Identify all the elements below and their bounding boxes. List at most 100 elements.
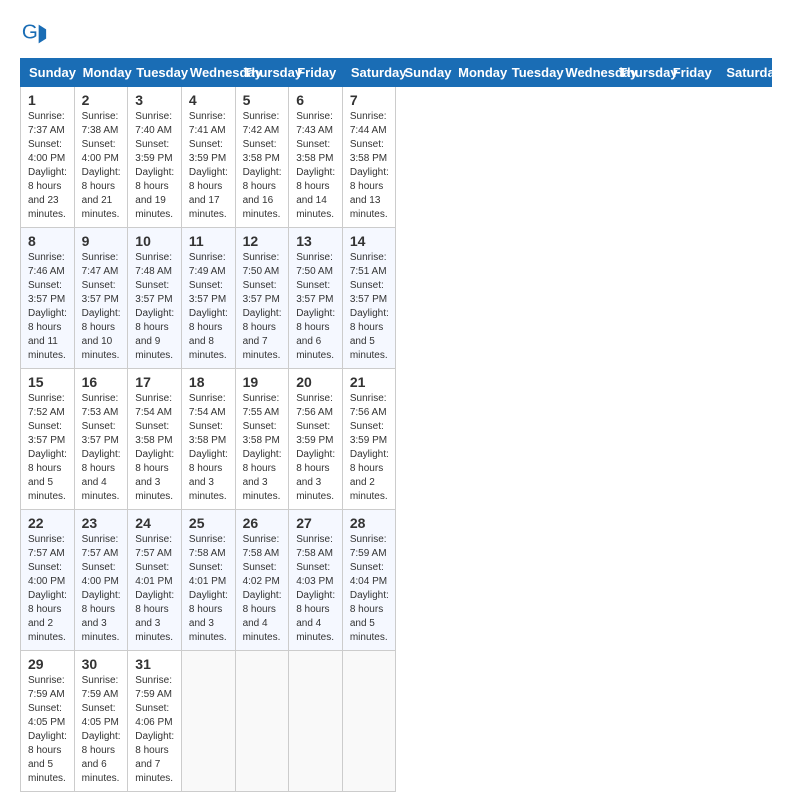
day-number: 18	[189, 374, 228, 390]
day-number: 22	[28, 515, 67, 531]
calendar-cell	[342, 651, 396, 792]
day-header-wednesday: Wednesday	[557, 59, 611, 87]
cell-sun-info: Sunrise: 7:58 AMSunset: 4:01 PMDaylight:…	[189, 533, 228, 645]
calendar-cell: 28 Sunrise: 7:59 AMSunset: 4:04 PMDayligh…	[342, 510, 396, 651]
cell-sun-info: Sunrise: 7:57 AMSunset: 4:00 PMDaylight:…	[82, 533, 121, 645]
day-header-friday: Friday	[289, 59, 343, 87]
cell-sun-info: Sunrise: 7:53 AMSunset: 3:57 PMDaylight:…	[82, 392, 121, 504]
day-number: 14	[350, 233, 389, 249]
day-header-thursday: Thursday	[235, 59, 289, 87]
calendar-cell: 3Sunrise: 7:40 AMSunset: 3:59 PMDaylight…	[128, 87, 182, 228]
calendar-week-row: 1 Sunrise: 7:37 AMSunset: 4:00 PMDaylight…	[21, 87, 772, 228]
calendar-cell: 13 Sunrise: 7:50 AMSunset: 3:57 PMDayligh…	[289, 228, 343, 369]
calendar-cell: 27 Sunrise: 7:58 AMSunset: 4:03 PMDayligh…	[289, 510, 343, 651]
calendar-cell: 16Sunrise: 7:53 AMSunset: 3:57 PMDayligh…	[74, 369, 128, 510]
calendar-cell: 5 Sunrise: 7:42 AMSunset: 3:58 PMDaylight…	[235, 87, 289, 228]
calendar-cell: 21 Sunrise: 7:56 AMSunset: 3:59 PMDayligh…	[342, 369, 396, 510]
calendar-cell: 17 Sunrise: 7:54 AMSunset: 3:58 PMDayligh…	[128, 369, 182, 510]
calendar-cell: 31 Sunrise: 7:59 AMSunset: 4:06 PMDayligh…	[128, 651, 182, 792]
calendar-table: SundayMondayTuesdayWednesdayThursdayFrid…	[20, 58, 772, 792]
calendar-cell: 14Sunrise: 7:51 AMSunset: 3:57 PMDayligh…	[342, 228, 396, 369]
calendar-cell: 10Sunrise: 7:48 AMSunset: 3:57 PMDayligh…	[128, 228, 182, 369]
calendar-cell: 18 Sunrise: 7:54 AMSunset: 3:58 PMDayligh…	[181, 369, 235, 510]
cell-sun-info: Sunrise: 7:38 AMSunset: 4:00 PMDaylight:…	[82, 110, 121, 222]
day-number: 11	[189, 233, 228, 249]
calendar-week-row: 22 Sunrise: 7:57 AMSunset: 4:00 PMDayligh…	[21, 510, 772, 651]
cell-sun-info: Sunrise: 7:41 AMSunset: 3:59 PMDaylight:…	[189, 110, 228, 222]
cell-sun-info: Sunrise: 7:44 AMSunset: 3:58 PMDaylight:…	[350, 110, 389, 222]
cell-sun-info: Sunrise: 7:50 AMSunset: 3:57 PMDaylight:…	[296, 251, 335, 363]
cell-sun-info: Sunrise: 7:54 AMSunset: 3:58 PMDaylight:…	[135, 392, 174, 504]
day-header-monday: Monday	[450, 59, 504, 87]
cell-sun-info: Sunrise: 7:59 AMSunset: 4:06 PMDaylight:…	[135, 674, 174, 786]
day-number: 9	[82, 233, 121, 249]
cell-sun-info: Sunrise: 7:46 AMSunset: 3:57 PMDaylight:…	[28, 251, 67, 363]
day-number: 13	[296, 233, 335, 249]
day-number: 23	[82, 515, 121, 531]
logo-icon: G	[20, 20, 48, 48]
day-number: 15	[28, 374, 67, 390]
day-number: 6	[296, 92, 335, 108]
day-number: 30	[82, 656, 121, 672]
day-header-tuesday: Tuesday	[503, 59, 557, 87]
day-number: 5	[243, 92, 282, 108]
cell-sun-info: Sunrise: 7:56 AMSunset: 3:59 PMDaylight:…	[296, 392, 335, 504]
cell-sun-info: Sunrise: 7:55 AMSunset: 3:58 PMDaylight:…	[243, 392, 282, 504]
day-header-tuesday: Tuesday	[128, 59, 182, 87]
cell-sun-info: Sunrise: 7:58 AMSunset: 4:02 PMDaylight:…	[243, 533, 282, 645]
day-number: 31	[135, 656, 174, 672]
day-number: 20	[296, 374, 335, 390]
cell-sun-info: Sunrise: 7:59 AMSunset: 4:04 PMDaylight:…	[350, 533, 389, 645]
day-number: 25	[189, 515, 228, 531]
calendar-cell: 19Sunrise: 7:55 AMSunset: 3:58 PMDayligh…	[235, 369, 289, 510]
cell-sun-info: Sunrise: 7:57 AMSunset: 4:01 PMDaylight:…	[135, 533, 174, 645]
cell-sun-info: Sunrise: 7:58 AMSunset: 4:03 PMDaylight:…	[296, 533, 335, 645]
cell-sun-info: Sunrise: 7:40 AMSunset: 3:59 PMDaylight:…	[135, 110, 174, 222]
day-number: 1	[28, 92, 67, 108]
calendar-cell: 22Sunrise: 7:57 AMSunset: 4:00 PMDayligh…	[21, 510, 75, 651]
cell-sun-info: Sunrise: 7:59 AMSunset: 4:05 PMDaylight:…	[82, 674, 121, 786]
cell-sun-info: Sunrise: 7:47 AMSunset: 3:57 PMDaylight:…	[82, 251, 121, 363]
day-header-sunday: Sunday	[21, 59, 75, 87]
cell-sun-info: Sunrise: 7:37 AMSunset: 4:00 PMDaylight:…	[28, 110, 67, 222]
calendar-cell	[235, 651, 289, 792]
calendar-cell: 29Sunrise: 7:59 AMSunset: 4:05 PMDayligh…	[21, 651, 75, 792]
calendar-cell: 8 Sunrise: 7:46 AMSunset: 3:57 PMDaylight…	[21, 228, 75, 369]
day-number: 28	[350, 515, 389, 531]
cell-sun-info: Sunrise: 7:52 AMSunset: 3:57 PMDaylight:…	[28, 392, 67, 504]
calendar-cell: 23 Sunrise: 7:57 AMSunset: 4:00 PMDayligh…	[74, 510, 128, 651]
cell-sun-info: Sunrise: 7:42 AMSunset: 3:58 PMDaylight:…	[243, 110, 282, 222]
day-header-friday: Friday	[664, 59, 718, 87]
calendar-cell: 20 Sunrise: 7:56 AMSunset: 3:59 PMDayligh…	[289, 369, 343, 510]
day-number: 4	[189, 92, 228, 108]
calendar-cell: 2Sunrise: 7:38 AMSunset: 4:00 PMDaylight…	[74, 87, 128, 228]
day-header-saturday: Saturday	[718, 59, 772, 87]
day-number: 7	[350, 92, 389, 108]
calendar-week-row: 8 Sunrise: 7:46 AMSunset: 3:57 PMDaylight…	[21, 228, 772, 369]
cell-sun-info: Sunrise: 7:54 AMSunset: 3:58 PMDaylight:…	[189, 392, 228, 504]
calendar-week-row: 15 Sunrise: 7:52 AMSunset: 3:57 PMDayligh…	[21, 369, 772, 510]
cell-sun-info: Sunrise: 7:59 AMSunset: 4:05 PMDaylight:…	[28, 674, 67, 786]
calendar-cell: 24 Sunrise: 7:57 AMSunset: 4:01 PMDayligh…	[128, 510, 182, 651]
day-number: 21	[350, 374, 389, 390]
day-number: 10	[135, 233, 174, 249]
cell-sun-info: Sunrise: 7:49 AMSunset: 3:57 PMDaylight:…	[189, 251, 228, 363]
page-header: G	[20, 20, 772, 48]
day-header-monday: Monday	[74, 59, 128, 87]
svg-text:G: G	[22, 21, 38, 44]
cell-sun-info: Sunrise: 7:56 AMSunset: 3:59 PMDaylight:…	[350, 392, 389, 504]
day-header-sunday: Sunday	[396, 59, 450, 87]
calendar-cell: 12Sunrise: 7:50 AMSunset: 3:57 PMDayligh…	[235, 228, 289, 369]
calendar-header-row: SundayMondayTuesdayWednesdayThursdayFrid…	[21, 59, 772, 87]
calendar-cell: 4 Sunrise: 7:41 AMSunset: 3:59 PMDaylight…	[181, 87, 235, 228]
day-number: 8	[28, 233, 67, 249]
day-number: 27	[296, 515, 335, 531]
calendar-cell: 9 Sunrise: 7:47 AMSunset: 3:57 PMDaylight…	[74, 228, 128, 369]
day-number: 24	[135, 515, 174, 531]
day-number: 17	[135, 374, 174, 390]
calendar-cell: 1 Sunrise: 7:37 AMSunset: 4:00 PMDaylight…	[21, 87, 75, 228]
calendar-cell: 7 Sunrise: 7:44 AMSunset: 3:58 PMDaylight…	[342, 87, 396, 228]
day-header-saturday: Saturday	[342, 59, 396, 87]
calendar-cell: 11 Sunrise: 7:49 AMSunset: 3:57 PMDayligh…	[181, 228, 235, 369]
logo: G	[20, 20, 52, 48]
